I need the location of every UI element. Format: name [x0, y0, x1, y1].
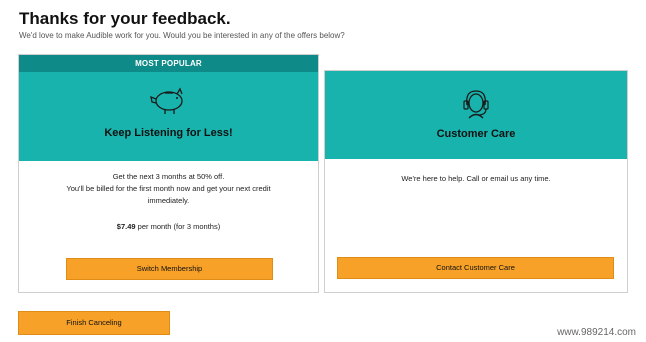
watermark: www.989214.com — [557, 327, 636, 338]
price-amount: $7.49 — [116, 222, 136, 231]
offer-description-line: Get the next 3 months at 50% off. — [112, 172, 225, 181]
finish-canceling-button[interactable]: Finish Canceling — [18, 311, 170, 335]
switch-membership-button[interactable]: Switch Membership — [66, 258, 273, 280]
offer-description-line: immediately. — [147, 196, 190, 205]
contact-customer-care-button[interactable]: Contact Customer Care — [337, 257, 614, 279]
offer-description: Get the next 3 months at 50% off. You'll… — [19, 171, 318, 207]
offer-description: We're here to help. Call or email us any… — [401, 174, 551, 183]
offer-price: $7.49 per month (for 3 months) — [19, 221, 318, 233]
page-title: Thanks for your feedback. — [19, 9, 231, 28]
piggy-bank-icon — [147, 86, 191, 121]
offer-card-customer-care: Customer Care We're here to help. Call o… — [324, 70, 628, 293]
offer-title: Keep Listening for Less! — [104, 127, 233, 139]
headset-icon — [459, 87, 493, 124]
offer-hero-customer-care: Customer Care — [325, 71, 627, 159]
offer-description-line: You'll be billed for the first month now… — [66, 184, 271, 193]
most-popular-badge: MOST POPULAR — [19, 55, 318, 72]
price-suffix: per month (for 3 months) — [135, 222, 221, 231]
page-subtitle: We'd love to make Audible work for you. … — [19, 31, 345, 40]
offer-card-keep-listening: MOST POPULAR Keep Listening for Less! Ge… — [18, 54, 319, 293]
offer-hero-keep-listening: Keep Listening for Less! — [19, 72, 318, 161]
offer-title: Customer Care — [436, 128, 516, 140]
